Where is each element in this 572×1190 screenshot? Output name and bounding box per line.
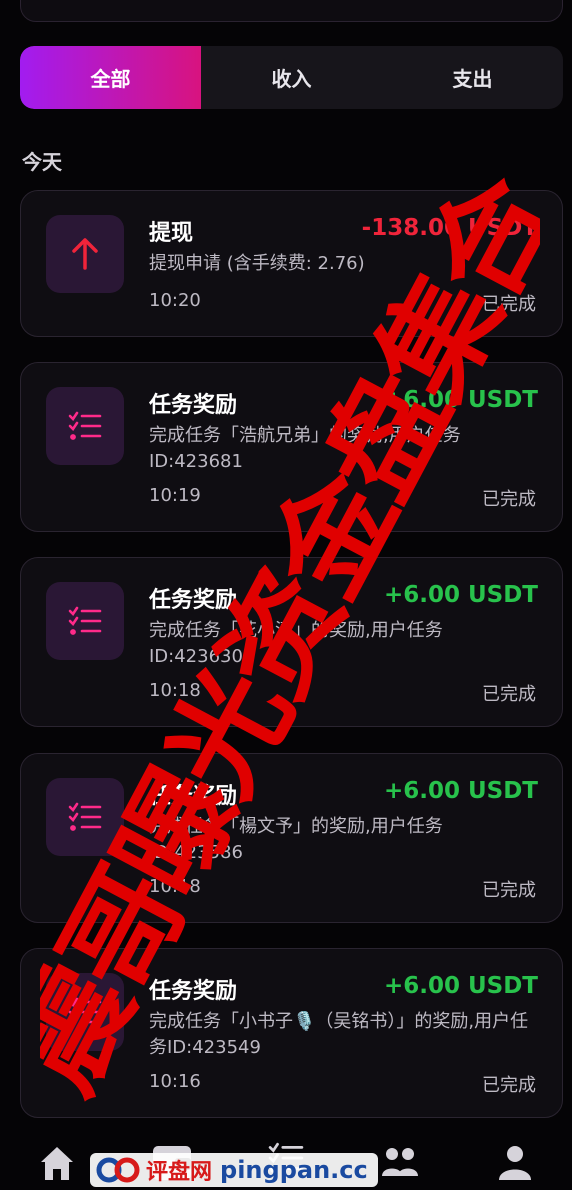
site-watermark: 评盘网 pingpan.cc — [90, 1153, 378, 1187]
previous-card-edge — [20, 0, 563, 22]
transaction-time: 10:20 — [149, 290, 201, 311]
transaction-card[interactable]: 任务奖励 +6.00 USDT 完成任务「浩航兄弟」的奖励,用户任务ID:423… — [20, 362, 563, 532]
transaction-description: 完成任务「浩航兄弟」的奖励,用户任务ID:423681 — [149, 425, 461, 472]
tab-income[interactable]: 收入 — [201, 46, 382, 109]
transaction-title: 任务奖励 — [149, 784, 238, 809]
nav-team[interactable] — [370, 1130, 430, 1190]
transaction-card[interactable]: 任务奖励 +6.00 USDT 完成任务「小书子🎙️（吴铭书）」的奖励,用户任务… — [20, 948, 563, 1118]
profile-icon — [498, 1146, 531, 1180]
logo-icon — [96, 1157, 140, 1183]
transaction-status: 已完成 — [482, 489, 536, 510]
transaction-title: 任务奖励 — [149, 979, 238, 1004]
transaction-card[interactable]: 任务奖励 +6.00 USDT 完成任务「楊文予」的奖励,用户任务ID:4235… — [20, 753, 563, 923]
nav-home[interactable] — [27, 1130, 87, 1190]
transaction-description: 完成任务「小书子🎙️（吴铭书）」的奖励,用户任务ID:423549 — [149, 1011, 529, 1058]
team-icon — [382, 1148, 419, 1176]
transaction-amount: +6.00 USDT — [383, 582, 538, 608]
task-list-icon — [46, 778, 124, 856]
transaction-status: 已完成 — [482, 294, 536, 315]
transaction-description: 完成任务「楊文予」的奖励,用户任务ID:423586 — [149, 816, 443, 863]
task-list-icon — [46, 973, 124, 1051]
watermark-text: 评盘网 — [146, 1160, 213, 1185]
filter-tabs: 全部 收入 支出 — [20, 46, 563, 109]
task-list-icon — [46, 582, 124, 660]
transaction-amount: +6.00 USDT — [383, 778, 538, 804]
transaction-status: 已完成 — [482, 1075, 536, 1096]
section-title-today: 今天 — [22, 150, 62, 174]
transaction-amount: -138.00 USDT — [361, 215, 538, 241]
transaction-amount: +6.00 USDT — [383, 973, 538, 999]
tab-all[interactable]: 全部 — [20, 46, 201, 109]
transaction-status: 已完成 — [482, 684, 536, 705]
task-list-icon — [46, 387, 124, 465]
transaction-description: 完成任务「花小清」的奖励,用户任务ID:423630 — [149, 620, 443, 667]
transaction-description: 提现申请 (含手续费: 2.76) — [149, 253, 365, 274]
home-icon — [41, 1147, 74, 1180]
transaction-title: 任务奖励 — [149, 588, 238, 613]
transaction-time: 10:16 — [149, 1071, 201, 1092]
arrow-up-icon — [46, 215, 124, 293]
transaction-amount: +6.00 USDT — [383, 387, 538, 413]
watermark-url: pingpan.cc — [220, 1156, 368, 1184]
transaction-time: 10:18 — [149, 876, 201, 897]
transaction-card[interactable]: 任务奖励 +6.00 USDT 完成任务「花小清」的奖励,用户任务ID:4236… — [20, 557, 563, 727]
transaction-time: 10:18 — [149, 680, 201, 701]
transaction-title: 提现 — [149, 221, 194, 246]
transaction-card[interactable]: 提现 -138.00 USDT 提现申请 (含手续费: 2.76) 10:20 … — [20, 190, 563, 337]
transaction-title: 任务奖励 — [149, 393, 238, 418]
nav-profile[interactable] — [485, 1130, 545, 1190]
transaction-time: 10:19 — [149, 485, 201, 506]
tab-expense[interactable]: 支出 — [382, 46, 563, 109]
transaction-status: 已完成 — [482, 880, 536, 901]
